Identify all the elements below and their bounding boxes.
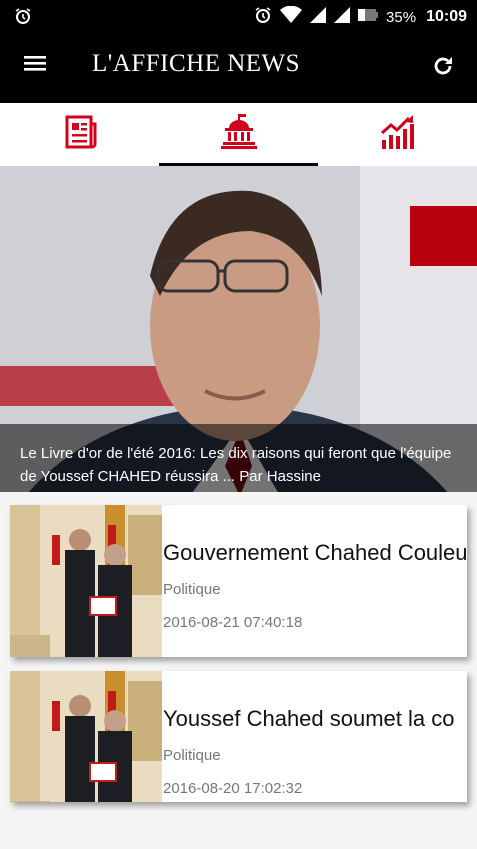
featured-article-title: Le Livre d'or de l'été 2016: Les dix rai… [20, 445, 452, 485]
hamburger-menu-icon[interactable] [24, 52, 48, 76]
article-date: 2016-08-21 07:40:18 [163, 614, 303, 631]
featured-article[interactable]: Le Livre d'or de l'été 2016: Les dix rai… [0, 166, 477, 492]
battery-icon [358, 7, 379, 27]
wifi-icon [280, 5, 303, 28]
article-title: Youssef Chahed soumet la co [163, 706, 455, 731]
tab-politics[interactable] [159, 103, 318, 166]
article-date: 2016-08-20 17:02:32 [163, 780, 303, 797]
article-category: Politique [163, 581, 221, 598]
article-title: Gouvernement Chahed Couleu [163, 540, 467, 565]
status-bar: 35% 10:09 [0, 0, 477, 32]
alarm-clock-icon [254, 6, 272, 28]
government-building-icon [220, 113, 258, 154]
alarm-icon [14, 7, 32, 30]
newspaper-icon [62, 114, 98, 155]
tab-economy[interactable] [318, 103, 477, 166]
refresh-icon[interactable] [431, 54, 455, 78]
tab-news[interactable] [0, 103, 159, 166]
signal-icon [310, 7, 327, 27]
app-bar: L'AFFICHE NEWS [0, 32, 477, 103]
article-thumbnail [10, 671, 162, 802]
article-category: Politique [163, 747, 221, 764]
battery-percent: 35% [386, 8, 417, 26]
trending-chart-icon [380, 114, 416, 155]
app-title: L'AFFICHE NEWS [92, 50, 301, 77]
clock: 10:09 [426, 8, 467, 25]
article-thumbnail [10, 505, 162, 657]
article-card[interactable]: Youssef Chahed soumet la co Politique 20… [10, 671, 467, 802]
signal-icon-2 [334, 7, 351, 27]
tab-bar [0, 103, 477, 167]
article-card[interactable]: Gouvernement Chahed Couleu Politique 201… [10, 505, 467, 657]
